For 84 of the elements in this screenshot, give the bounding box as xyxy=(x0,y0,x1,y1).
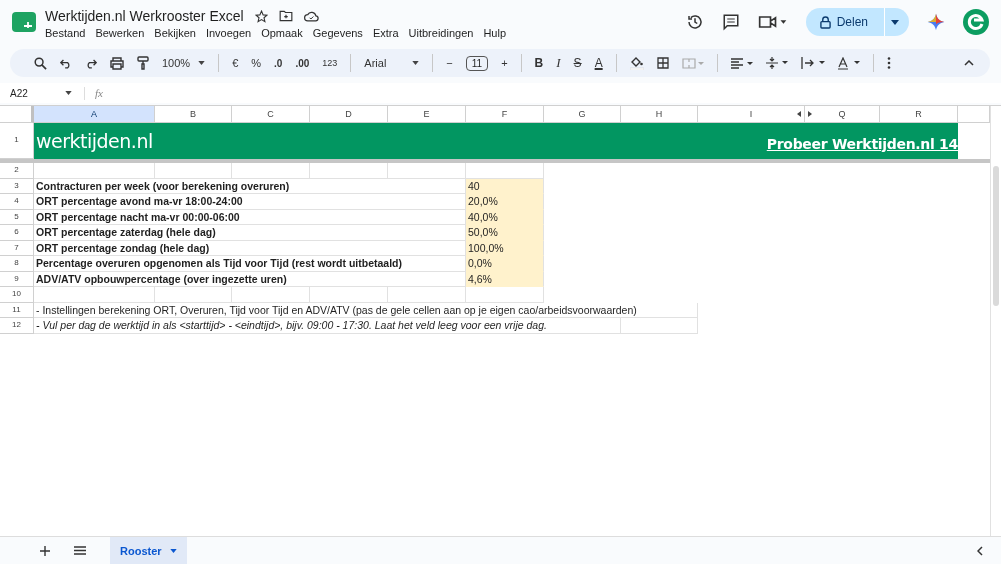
setting-value[interactable]: 0,0% xyxy=(466,256,544,272)
cloud-icon[interactable] xyxy=(303,10,319,22)
note-text: - Instellingen berekening ORT, Overuren, Tijd voor Tijd en ADV/ATV (pas de gele cellen aan op je eigen cao/arbeidsvoorwaarden) xyxy=(34,302,698,318)
row-header[interactable]: 6 xyxy=(0,225,34,241)
formula-label: fx xyxy=(95,87,103,99)
setting-label: Contracturen per week (voor berekening overuren) xyxy=(34,178,466,194)
arrow-right-icon[interactable] xyxy=(808,111,812,117)
chevron-left-icon[interactable] xyxy=(977,545,983,556)
caret-icon[interactable] xyxy=(891,19,899,25)
trial-link[interactable]: Probeer Werktijden.nl 14 xyxy=(766,135,958,152)
decrease-font-size-button[interactable]: − xyxy=(446,57,453,69)
font-size-field[interactable]: 11 xyxy=(465,55,489,71)
setting-value[interactable]: 20,0% xyxy=(466,194,544,210)
star-icon[interactable] xyxy=(254,9,268,23)
menu-item[interactable]: Gegevens xyxy=(312,27,363,39)
caret-icon xyxy=(412,61,420,65)
avatar-icon[interactable] xyxy=(963,9,989,35)
strikethrough-button[interactable]: S xyxy=(573,56,582,70)
document-title[interactable]: Werktijden.nl Werkrooster Excel xyxy=(45,8,244,24)
arrow-left-icon[interactable] xyxy=(797,111,801,117)
setting-label: ADV/ATV opbouwpercentage (over ingezette uren) xyxy=(34,271,466,287)
comment-icon[interactable] xyxy=(721,13,740,31)
undo-icon[interactable] xyxy=(60,57,72,69)
menu-item[interactable]: Opmaak xyxy=(261,27,303,39)
row-header[interactable]: 10 xyxy=(0,287,34,303)
column-header[interactable]: A xyxy=(34,106,155,123)
setting-value[interactable]: 50,0% xyxy=(466,225,544,241)
caret-icon xyxy=(65,91,72,95)
caret-icon xyxy=(169,548,177,553)
lock-icon xyxy=(819,15,831,29)
menu-item[interactable]: Hulp xyxy=(483,27,506,39)
menu-item[interactable]: Invoegen xyxy=(205,27,252,39)
italic-button[interactable]: I xyxy=(556,55,561,71)
currency-format-button[interactable]: € xyxy=(232,57,239,69)
decrease-decimals-button[interactable]: .0 xyxy=(274,57,283,69)
borders-icon[interactable] xyxy=(656,57,669,69)
percent-format-button[interactable]: % xyxy=(251,57,262,69)
bold-button[interactable]: B xyxy=(534,56,544,70)
menu-item[interactable]: Extra xyxy=(372,27,399,39)
search-icon[interactable] xyxy=(34,56,47,70)
paint-roller-icon[interactable] xyxy=(137,56,149,70)
text-wrap-icon[interactable] xyxy=(800,57,825,69)
merge-cells-icon xyxy=(681,57,704,69)
collapse-icon[interactable] xyxy=(964,60,974,66)
row-header[interactable]: 8 xyxy=(0,256,34,272)
name-box[interactable]: A22 xyxy=(10,87,72,99)
note-text: - Vul per dag de werktijd in als <starttijd> - <eindtijd>, bijv. 09:00 - 17:30. Laat het veld leeg voor een vrije dag. xyxy=(34,318,621,334)
number-format-button[interactable]: 123 xyxy=(322,58,338,68)
setting-label: ORT percentage nacht ma-vr 00:00-06:00 xyxy=(34,209,466,225)
increase-font-size-button[interactable]: + xyxy=(501,57,508,69)
setting-label: ORT percentage zondag (hele dag) xyxy=(34,240,466,256)
row-header[interactable]: 2 xyxy=(0,163,34,179)
row-header[interactable]: 12 xyxy=(0,318,34,334)
row-header[interactable]: 4 xyxy=(0,194,34,210)
more-icon[interactable] xyxy=(886,57,891,69)
setting-label: ORT percentage avond ma-vr 18:00-24:00 xyxy=(34,194,466,210)
menu-item[interactable]: Bewerken xyxy=(95,27,145,39)
caret-icon xyxy=(198,61,206,65)
zoom-dropdown[interactable]: 100% xyxy=(162,57,206,69)
spreadsheet-logo-icon[interactable] xyxy=(12,12,36,32)
align-left-icon[interactable] xyxy=(730,57,753,69)
fill-color-icon[interactable] xyxy=(629,56,644,70)
share-button[interactable]: Delen xyxy=(805,8,909,36)
increase-decimals-button[interactable]: .00 xyxy=(295,57,310,69)
vertical-align-icon[interactable] xyxy=(765,57,788,69)
sheet-tab[interactable]: Rooster xyxy=(110,537,187,564)
add-sheet-icon[interactable] xyxy=(40,545,50,556)
video-call-icon[interactable] xyxy=(757,14,788,30)
folder-icon[interactable] xyxy=(278,10,293,22)
text-color-button[interactable]: A xyxy=(594,56,603,70)
setting-label: Percentage overuren opgenomen als Tijd voor Tijd (rest wordt uitbetaald) xyxy=(34,256,466,272)
werktijden-logo: werktijden.nl xyxy=(36,130,153,152)
menu-item[interactable]: Bestand xyxy=(45,27,86,39)
font-dropdown[interactable]: Arial xyxy=(364,57,420,69)
menu-icon[interactable] xyxy=(74,546,86,555)
sparkle-icon[interactable] xyxy=(927,13,945,31)
menu-item[interactable]: Uitbreidingen xyxy=(408,27,474,39)
print-icon[interactable] xyxy=(110,56,124,70)
row-header[interactable]: 1 xyxy=(0,123,34,159)
setting-label: ORT percentage zaterdag (hele dag) xyxy=(34,225,466,241)
text-rotation-icon[interactable] xyxy=(837,56,860,70)
history-icon[interactable] xyxy=(685,13,704,31)
menu-item[interactable]: Bekijken xyxy=(154,27,196,39)
redo-icon[interactable] xyxy=(85,57,97,69)
